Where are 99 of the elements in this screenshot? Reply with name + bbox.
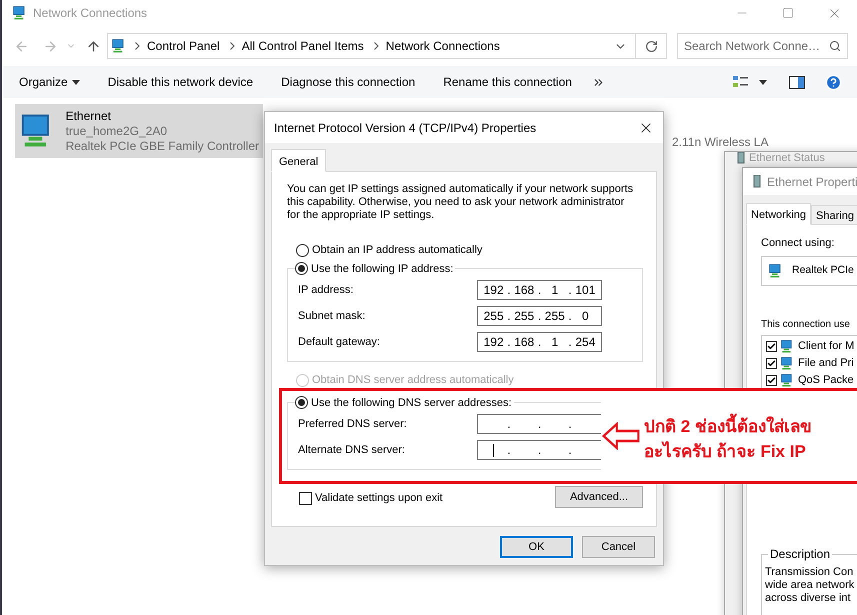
- radio-label: Use the following IP address:: [311, 262, 454, 276]
- adapter-name: 2.11n Wireless LA: [672, 134, 768, 151]
- breadcrumb-item[interactable]: All Control Panel Items: [242, 37, 364, 55]
- octet-text: 255: [514, 308, 534, 325]
- text-caret: [493, 444, 494, 456]
- search-icon: [829, 40, 841, 52]
- radio-button[interactable]: [295, 396, 308, 410]
- connect-using-label: Connect using:: [761, 237, 834, 249]
- radio-button[interactable]: [296, 244, 309, 257]
- octet-text: 168: [514, 282, 534, 299]
- address-bar[interactable]: Control Panel All Control Panel Items Network Connections: [107, 33, 667, 59]
- dialog-button[interactable]: Cancel: [582, 536, 655, 558]
- view-options-icon[interactable]: [733, 75, 749, 89]
- radio-label: Use the following DNS server addresses:: [311, 396, 512, 410]
- checkbox[interactable]: [766, 358, 777, 368]
- description-text: across diverse int: [765, 592, 852, 605]
- adapter-icon: [737, 152, 745, 164]
- separator-dot: .: [507, 282, 511, 299]
- separator-dot: .: [538, 282, 542, 299]
- window-title: Ethernet Status: [749, 152, 825, 164]
- item-label: File and Pri: [798, 356, 854, 371]
- caret-icon[interactable]: [759, 80, 767, 84]
- toolbar-button[interactable]: Rename this connection: [443, 73, 572, 91]
- window-title: Network Connections: [33, 5, 148, 22]
- item-label: QoS Packe: [798, 372, 854, 388]
- field-label: Alternate DNS server:: [298, 442, 405, 458]
- separator-dot: .: [507, 416, 511, 433]
- breadcrumb-item[interactable]: Control Panel: [147, 37, 220, 55]
- separator-dot: .: [568, 308, 572, 325]
- ip-address-field[interactable]: . . .: [477, 414, 602, 434]
- toolbar-button[interactable]: Organize: [19, 73, 80, 91]
- field-label: Subnet mask:: [298, 308, 366, 324]
- search-field[interactable]: Search Network Conne…: [677, 33, 848, 59]
- ip-address-field[interactable]: 192 . 168 . 1 . 101: [477, 280, 602, 300]
- chevron-icon: [230, 42, 235, 50]
- network-name: true_home2G_2A0: [66, 124, 168, 138]
- adapter-icon: [753, 175, 761, 188]
- ip-address-field[interactable]: 255 . 255 . 255 . 0: [477, 306, 602, 326]
- refresh-icon[interactable]: [644, 40, 658, 52]
- checkbox-label: Validate settings upon exit: [315, 491, 443, 506]
- field-label: IP address:: [298, 282, 354, 298]
- description-text: Transmission Con: [765, 566, 854, 579]
- field-label: Preferred DNS server:: [298, 416, 407, 432]
- tab[interactable]: Sharing: [811, 205, 857, 225]
- ip-address-field[interactable]: . . .: [477, 440, 602, 460]
- octet-text: 192: [484, 334, 504, 351]
- preview-pane-icon[interactable]: [789, 76, 805, 88]
- group-title: Description: [770, 547, 830, 561]
- separator-dot: .: [568, 442, 572, 459]
- chevron-icon: [135, 42, 140, 50]
- octet-text: 168: [514, 334, 534, 351]
- adapter-field: Realtek PCIe: [761, 256, 857, 286]
- octet-text: 254: [575, 334, 596, 351]
- connection-name: Ethernet: [66, 108, 112, 124]
- radio-button[interactable]: [295, 262, 308, 276]
- radio-label: Obtain an IP address automatically: [312, 243, 482, 258]
- connection-item[interactable]: Ethernet true_home2G_2A0 Realtek PCIe GBE Family Controller: [15, 104, 263, 158]
- octet-text: 0: [582, 308, 589, 325]
- separator-dot: .: [538, 416, 542, 433]
- checkbox[interactable]: [299, 492, 312, 505]
- separator-dot: .: [568, 282, 572, 299]
- ip-address-field[interactable]: 192 . 168 . 1 . 254: [477, 332, 602, 352]
- octet-text: 255: [544, 308, 565, 325]
- toolbar-button[interactable]: Disable this network device: [108, 73, 254, 91]
- description-text: wide area network: [765, 579, 856, 592]
- octet-text: 1: [551, 334, 558, 351]
- radio-label: Obtain DNS server address automatically: [312, 373, 514, 388]
- annotation-text: ปกติ 2 ช่องนี้ต้องใส่เลข: [644, 414, 812, 439]
- help-icon[interactable]: [825, 74, 842, 90]
- tab[interactable]: Networking: [746, 203, 812, 225]
- octet-text: 101: [575, 282, 596, 299]
- octet-text: 1: [551, 282, 558, 299]
- chevron-icon: [374, 42, 379, 50]
- toolbar-button[interactable]: Diagnose this connection: [281, 73, 416, 91]
- octet-text: 255: [484, 308, 504, 325]
- items-label: This connection use: [761, 318, 850, 330]
- annotation-text: อะไรครับ ถ้าจะ Fix IP: [644, 440, 807, 463]
- field-label: Default gateway:: [298, 334, 380, 350]
- advanced-button[interactable]: Advanced...: [555, 486, 643, 508]
- separator-dot: .: [538, 334, 542, 351]
- breadcrumb-item[interactable]: Network Connections: [386, 37, 500, 55]
- separator-dot: .: [568, 334, 572, 351]
- intro-text: You can get IP settings assigned automatically if your network supports this capability. Otherwise, you need to ask your network administrator for the appropriate IP settings.: [287, 183, 634, 222]
- separator-dot: .: [507, 442, 511, 459]
- octet-text: 192: [484, 282, 504, 299]
- separator-dot: .: [507, 334, 511, 351]
- tab[interactable]: General: [271, 149, 326, 172]
- separator-dot: .: [538, 442, 542, 459]
- caret-icon: [72, 80, 80, 84]
- checkbox[interactable]: [766, 340, 777, 352]
- dialog-button[interactable]: OK: [500, 536, 573, 558]
- checkbox[interactable]: [766, 374, 777, 386]
- separator-dot: .: [568, 416, 572, 433]
- separator-dot: .: [538, 308, 542, 325]
- dialog-title: Internet Protocol Version 4 (TCP/IPv4) Properties: [274, 120, 536, 136]
- separator-dot: .: [507, 308, 511, 325]
- window-title: Ethernet Properti: [767, 174, 857, 190]
- item-label: Client for M: [798, 338, 854, 354]
- adapter-name: Realtek PCIe GBE Family Controller: [66, 138, 259, 154]
